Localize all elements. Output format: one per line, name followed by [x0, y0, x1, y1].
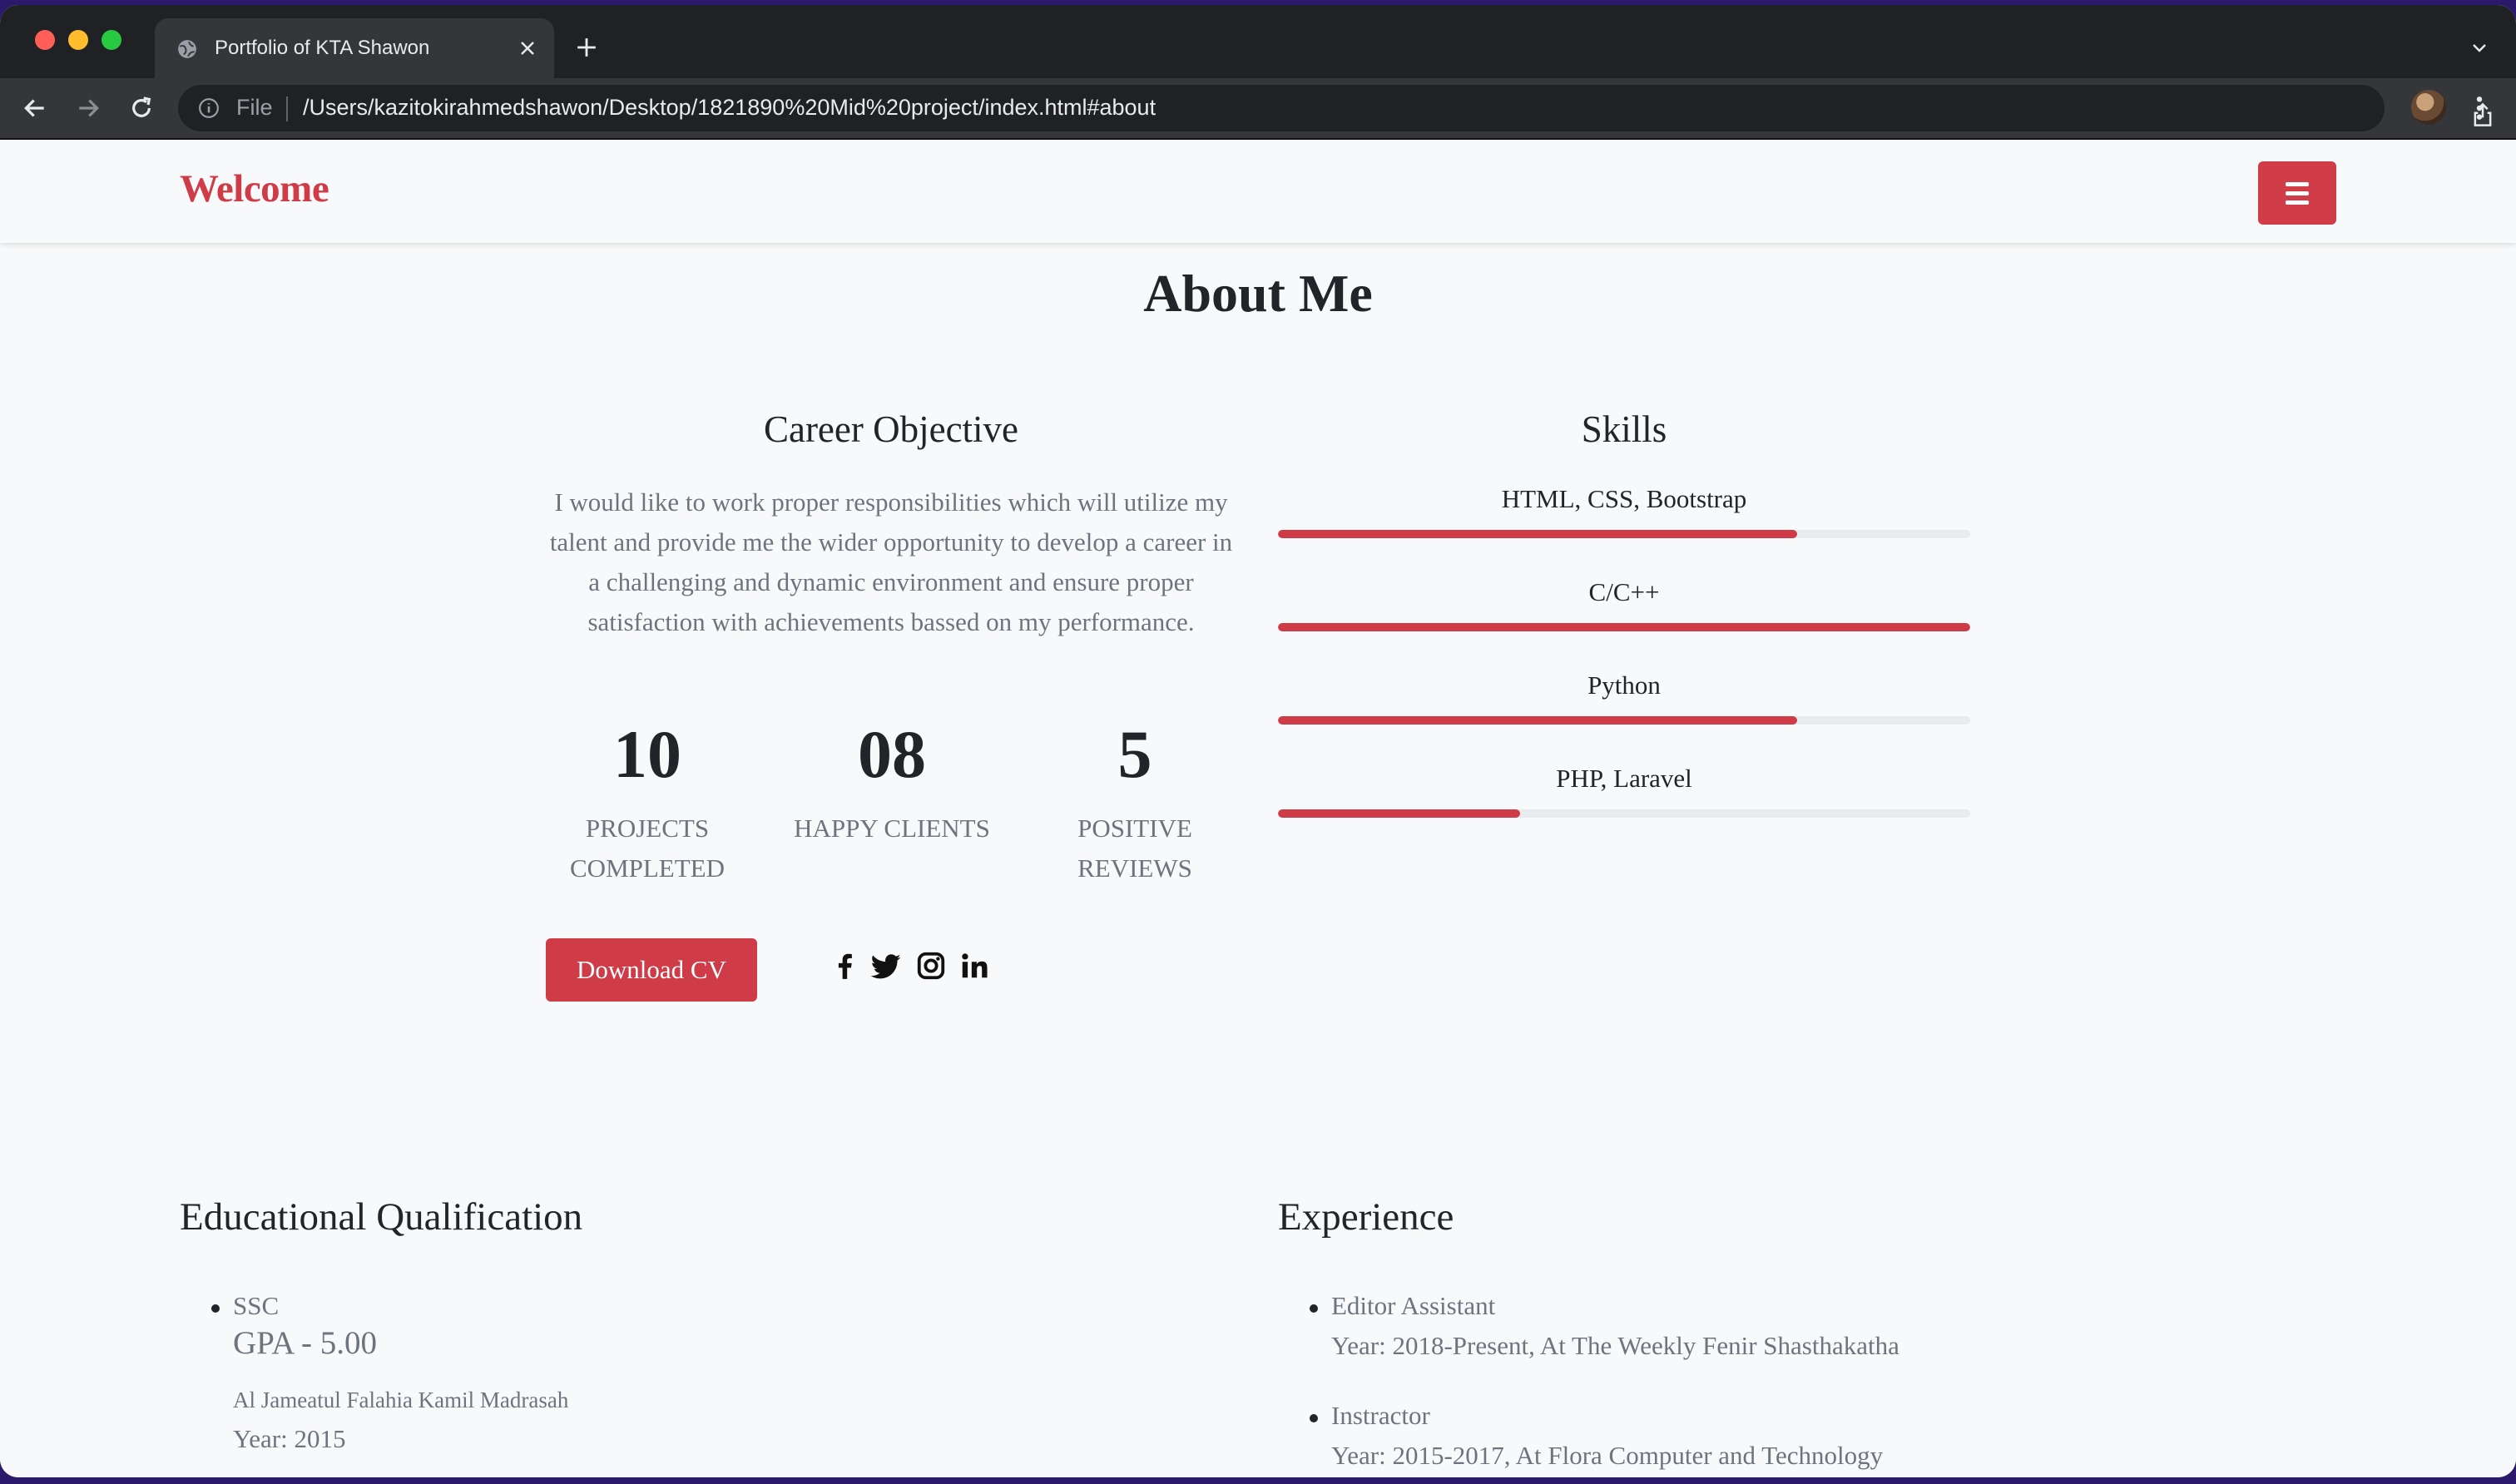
address-bar[interactable]: File /Users/kazitokirahmedshawon/Desktop… — [178, 85, 2492, 131]
instagram-icon[interactable] — [915, 950, 947, 982]
new-tab-icon[interactable] — [576, 37, 597, 58]
experience-role: Editor Assistant — [1331, 1291, 1496, 1320]
skill-progress-fill — [1278, 716, 1797, 725]
experience-detail: Year: 2018-Present, At The Weekly Fenir … — [1331, 1331, 1899, 1360]
url-scheme-label: File — [236, 95, 273, 120]
browser-toolbar: File /Users/kazitokirahmedshawon/Desktop… — [0, 78, 2516, 140]
skill-progress-fill — [1278, 530, 1797, 538]
education-institution: Al Jameatul Falahia Kamil Madrasah — [233, 1388, 569, 1412]
more-menu-icon[interactable] — [2473, 95, 2486, 121]
stat-projects: 10 PROJECTS COMPLETED — [523, 717, 772, 888]
address-divider — [286, 96, 288, 121]
skill-label: Python — [1587, 670, 1661, 700]
tab-bar: Portfolio of KTA Shawon — [0, 5, 2516, 78]
page-viewport: Welcome About Me Career Objective I woul… — [0, 140, 2516, 1477]
menu-toggle-button[interactable] — [2258, 161, 2336, 225]
experience-role: Instractor — [1331, 1401, 1430, 1430]
back-arrow-icon[interactable] — [22, 95, 48, 121]
career-objective-title: Career Objective — [763, 408, 1019, 450]
profile-avatar[interactable] — [2411, 90, 2446, 125]
linkedin-icon[interactable] — [958, 950, 990, 982]
browser-tab[interactable]: Portfolio of KTA Shawon — [155, 18, 554, 78]
download-cv-button[interactable]: Download CV — [546, 938, 757, 1002]
browser-window: Portfolio of KTA Shawon File /Users/kazi… — [0, 5, 2516, 1477]
close-tab-icon[interactable] — [518, 38, 537, 58]
forward-arrow-icon[interactable] — [75, 95, 102, 121]
skill-progress-fill — [1278, 623, 1970, 631]
chevron-down-icon[interactable] — [2469, 38, 2489, 58]
minimize-window-button[interactable] — [68, 30, 88, 50]
info-icon[interactable] — [198, 97, 220, 119]
stat-label: HAPPY CLIENTS — [794, 814, 990, 843]
education-gpa: GPA - 5.00 — [233, 1325, 378, 1361]
hamburger-line — [2286, 191, 2309, 195]
skill-label: PHP, Laravel — [1556, 764, 1692, 793]
globe-icon — [178, 40, 196, 58]
stat-reviews: 5 POSITIVE REVIEWS — [1010, 717, 1260, 888]
list-bullet — [1310, 1304, 1318, 1313]
facebook-icon[interactable] — [829, 950, 860, 982]
experience-title: Experience — [1278, 1195, 1454, 1239]
stat-value: 5 — [1117, 716, 1152, 792]
twitter-icon[interactable] — [870, 950, 902, 982]
experience-detail: Year: 2015-2017, At Flora Computer and T… — [1331, 1441, 1884, 1470]
stat-label: PROJECTS COMPLETED — [570, 814, 725, 883]
tab-title: Portfolio of KTA Shawon — [215, 37, 430, 59]
hamburger-line — [2286, 200, 2309, 205]
list-bullet — [211, 1304, 220, 1313]
close-window-button[interactable] — [35, 30, 55, 50]
stat-clients: 08 HAPPY CLIENTS — [767, 717, 1017, 848]
education-title: Educational Qualification — [180, 1195, 583, 1239]
education-year: Year: 2015 — [233, 1424, 346, 1453]
about-title: About Me — [1143, 264, 1373, 323]
skill-progress-bar — [1278, 716, 1970, 725]
reload-icon[interactable] — [128, 95, 155, 121]
skill-progress-fill — [1278, 809, 1521, 818]
education-degree: SSC — [233, 1291, 280, 1320]
maximize-window-button[interactable] — [102, 30, 121, 50]
skill-label: C/C++ — [1588, 577, 1660, 606]
stat-value: 08 — [858, 716, 926, 792]
skill-label: HTML, CSS, Bootstrap — [1501, 484, 1747, 513]
stat-label: POSITIVE REVIEWS — [1077, 814, 1192, 883]
brand-link[interactable]: Welcome — [180, 166, 329, 211]
skill-progress-bar — [1278, 623, 1970, 631]
career-objective-text: I would like to work proper responsibili… — [549, 487, 1233, 636]
skill-progress-bar — [1278, 809, 1970, 818]
hamburger-line — [2286, 182, 2309, 186]
site-navbar: Welcome — [0, 140, 2516, 243]
skills-title: Skills — [1581, 408, 1667, 450]
skill-progress-bar — [1278, 530, 1970, 538]
url-text[interactable]: /Users/kazitokirahmedshawon/Desktop/1821… — [303, 95, 1156, 121]
list-bullet — [1310, 1414, 1318, 1422]
stat-value: 10 — [613, 716, 681, 792]
